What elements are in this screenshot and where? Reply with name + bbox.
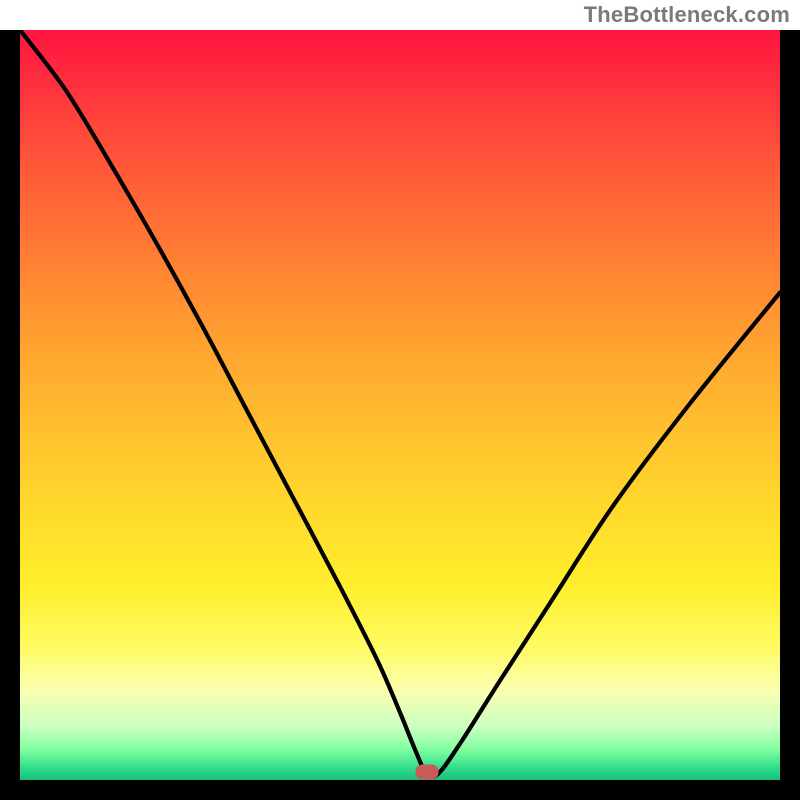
bottleneck-curve [20,30,780,780]
plot-area [20,30,780,780]
watermark-label: TheBottleneck.com [584,2,790,28]
optimal-point-marker [415,765,438,780]
chart-root: TheBottleneck.com [0,0,800,800]
chart-frame [0,30,800,800]
